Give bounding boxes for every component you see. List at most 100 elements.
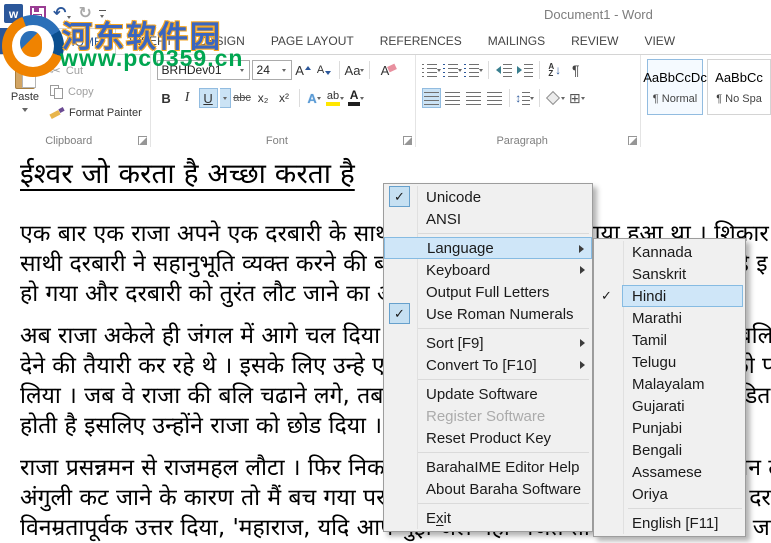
submenu-item-kannada[interactable]: Kannada: [594, 241, 745, 263]
tab-home[interactable]: HOME: [52, 28, 116, 55]
cut-button[interactable]: ✂ Cut: [50, 63, 142, 78]
tab-view[interactable]: VIEW: [631, 28, 688, 54]
bold-button[interactable]: B: [157, 88, 176, 108]
shading-button[interactable]: [545, 88, 565, 108]
tab-page-layout[interactable]: PAGE LAYOUT: [258, 28, 367, 54]
menu-item-unicode[interactable]: ✓ Unicode: [384, 186, 592, 208]
font-name-value: BRHDev01: [158, 61, 236, 79]
customize-qat-button[interactable]: [99, 10, 106, 20]
borders-button[interactable]: ⊞: [567, 88, 586, 108]
tab-design[interactable]: DESIGN: [186, 28, 258, 54]
submenu-item-label: Bengali: [632, 442, 682, 459]
menu-item-label: Language: [427, 240, 494, 257]
menu-separator: [418, 503, 589, 504]
submenu-item-bengali[interactable]: Bengali: [594, 439, 745, 461]
tab-insert[interactable]: INSERT: [116, 28, 186, 54]
font-color-button[interactable]: A: [347, 88, 366, 108]
style-card-normal[interactable]: AaBbCcDc ¶ Normal: [647, 59, 703, 115]
menu-item-register-software: Register Software: [384, 405, 592, 427]
font-dialog-launcher-icon[interactable]: [403, 136, 412, 145]
submenu-item-label: Hindi: [632, 288, 666, 305]
text-highlight-button[interactable]: ab: [326, 88, 345, 108]
underline-dropdown[interactable]: [220, 88, 231, 108]
menu-item-convert-to[interactable]: Convert To [F10]: [384, 354, 592, 376]
format-painter-button[interactable]: Format Painter: [50, 105, 142, 120]
bullets-dropdown-icon: [437, 69, 441, 74]
justify-icon: [487, 92, 502, 105]
word-window: w ↶ ↻ Document1 - Word FILE HOME INSERT …: [0, 0, 771, 543]
paragraph-group-label: Paragraph: [416, 135, 628, 147]
line-spacing-button[interactable]: ↕: [515, 88, 534, 108]
undo-icon: ↶: [53, 7, 66, 21]
submenu-item-hindi[interactable]: ✓ Hindi: [594, 285, 745, 307]
clear-formatting-button[interactable]: A: [375, 60, 394, 80]
subscript-button[interactable]: x₂: [254, 88, 273, 108]
superscript-button[interactable]: x²: [275, 88, 294, 108]
clipboard-dialog-launcher-icon[interactable]: [138, 136, 147, 145]
strikethrough-button[interactable]: abc: [233, 88, 252, 108]
text-effects-button[interactable]: A: [305, 88, 324, 108]
tab-mailings[interactable]: MAILINGS: [475, 28, 558, 54]
submenu-item-telugu[interactable]: Telugu: [594, 351, 745, 373]
menu-item-ansi[interactable]: ANSI: [384, 208, 592, 230]
show-hide-marks-button[interactable]: ¶: [566, 60, 585, 80]
submenu-item-malayalam[interactable]: Malayalam: [594, 373, 745, 395]
shrink-font-button[interactable]: A: [315, 60, 334, 80]
paragraph-dialog-launcher-icon[interactable]: [628, 136, 637, 145]
menu-item-update-software[interactable]: Update Software: [384, 383, 592, 405]
menu-item-language[interactable]: Language: [384, 237, 592, 259]
menu-item-editor-help[interactable]: BarahaIME Editor Help: [384, 456, 592, 478]
tab-file[interactable]: FILE: [0, 28, 52, 54]
submenu-item-oriya[interactable]: Oriya: [594, 483, 745, 505]
menu-item-sort[interactable]: Sort [F9]: [384, 332, 592, 354]
sort-button[interactable]: AZ ↓: [545, 60, 564, 80]
tab-review[interactable]: REVIEW: [558, 28, 631, 54]
menu-item-about[interactable]: About Baraha Software: [384, 478, 592, 500]
grow-font-button[interactable]: A: [294, 60, 313, 80]
redo-button[interactable]: ↻: [78, 7, 91, 21]
paste-button[interactable]: Paste: [4, 58, 46, 133]
submenu-item-marathi[interactable]: Marathi: [594, 307, 745, 329]
font-name-combo[interactable]: BRHDev01: [157, 60, 250, 80]
menu-item-label: About Baraha Software: [426, 481, 581, 498]
submenu-item-gujarati[interactable]: Gujarati: [594, 395, 745, 417]
copy-button[interactable]: Copy: [50, 84, 142, 99]
italic-button[interactable]: I: [178, 88, 197, 108]
menu-item-reset-product-key[interactable]: Reset Product Key: [384, 427, 592, 449]
submenu-arrow-icon: [579, 245, 584, 253]
align-right-button[interactable]: [464, 88, 483, 108]
tab-references[interactable]: REFERENCES: [367, 28, 475, 54]
justify-button[interactable]: [485, 88, 504, 108]
menu-item-output-full-letters[interactable]: Output Full Letters: [384, 281, 592, 303]
submenu-item-sanskrit[interactable]: Sanskrit: [594, 263, 745, 285]
submenu-item-english[interactable]: English [F11]: [594, 512, 745, 534]
submenu-item-assamese[interactable]: Assamese: [594, 461, 745, 483]
change-case-button[interactable]: Aa: [345, 60, 365, 80]
align-left-button[interactable]: [422, 88, 441, 108]
save-icon[interactable]: [30, 6, 46, 22]
word-logo-icon[interactable]: w: [4, 4, 23, 23]
font-size-combo[interactable]: 24: [252, 60, 292, 80]
submenu-item-label: Sanskrit: [632, 266, 686, 283]
multilevel-list-button[interactable]: [464, 60, 483, 80]
decrease-indent-button[interactable]: [494, 60, 513, 80]
menu-item-use-roman-numerals[interactable]: ✓ Use Roman Numerals: [384, 303, 592, 325]
align-center-button[interactable]: [443, 88, 462, 108]
underline-button[interactable]: U: [199, 88, 218, 108]
font-group: BRHDev01 24 A A Aa A B I U abc: [151, 55, 417, 148]
clipboard-group-label: Clipboard: [0, 135, 138, 147]
submenu-item-punjabi[interactable]: Punjabi: [594, 417, 745, 439]
menu-item-exit[interactable]: Exit: [384, 507, 592, 529]
style-card-no-spacing[interactable]: AaBbCc ¶ No Spa: [707, 59, 771, 115]
menu-item-keyboard[interactable]: Keyboard: [384, 259, 592, 281]
menu-item-label: Convert To [F10]: [426, 357, 537, 374]
submenu-item-tamil[interactable]: Tamil: [594, 329, 745, 351]
grow-font-arrow-icon: [305, 63, 311, 70]
increase-indent-button[interactable]: [515, 60, 534, 80]
numbering-button[interactable]: [443, 60, 462, 80]
font-size-value: 24: [253, 61, 278, 79]
paste-dropdown-icon: [22, 108, 28, 115]
bullets-button[interactable]: [422, 60, 441, 80]
undo-button[interactable]: ↶: [53, 7, 71, 21]
clear-formatting-icon: A: [381, 63, 390, 78]
